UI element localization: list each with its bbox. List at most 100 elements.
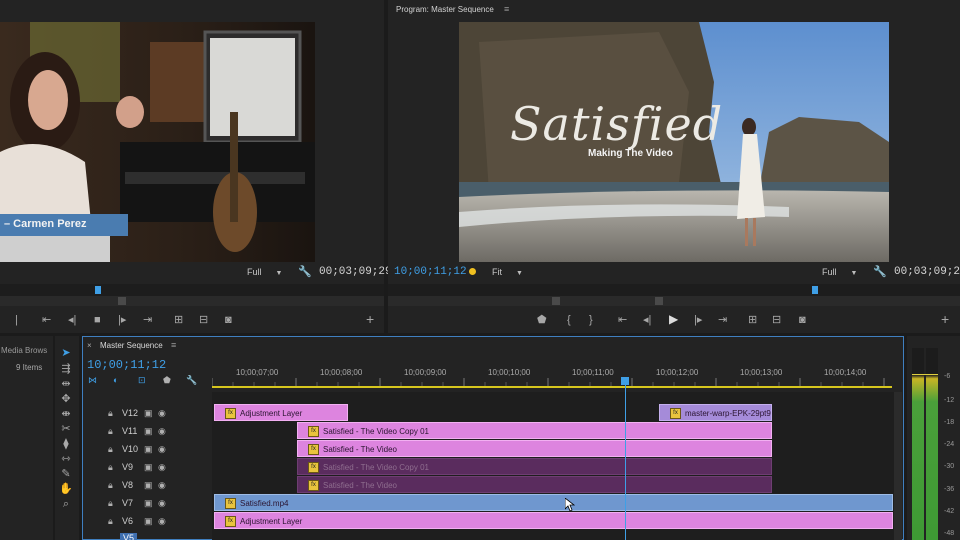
slip-tool-icon[interactable]: ⧫ <box>59 437 73 451</box>
extract-icon[interactable]: ⊟ <box>772 314 781 326</box>
timeline-tab[interactable]: Master Sequence <box>100 341 163 350</box>
add-marker-icon[interactable]: ⊡ <box>138 375 146 386</box>
lock-icon[interactable]: 🔒︎ <box>108 444 113 455</box>
camera-icon[interactable]: ◙ <box>225 314 232 326</box>
mark-out-icon[interactable]: } <box>589 314 593 326</box>
lock-icon[interactable]: 🔒︎ <box>108 516 113 527</box>
eye-icon[interactable]: ◉ <box>158 516 166 527</box>
film-icon[interactable]: ▣ <box>144 498 153 509</box>
track-label[interactable]: V7 <box>122 498 133 508</box>
source-scrub-bar[interactable] <box>0 284 384 296</box>
source-timecode: 00;03;09;29 <box>319 266 392 278</box>
program-resolution-dropdown[interactable]: Full ▼ <box>822 267 857 277</box>
ripple-edit-tool-icon[interactable]: ⇹ <box>59 377 73 391</box>
marker-icon[interactable]: ⬟ <box>163 375 171 386</box>
stop-icon[interactable]: ■ <box>94 314 101 326</box>
film-icon[interactable]: ▣ <box>144 462 153 473</box>
overwrite-icon[interactable]: ⊟ <box>199 314 208 326</box>
clip-v12-adjustment-layer[interactable]: fx Adjustment Layer <box>214 404 348 421</box>
rolling-edit-tool-icon[interactable]: ✥ <box>59 392 73 406</box>
wrench-icon[interactable]: 🔧 <box>186 375 197 386</box>
step-back-icon[interactable]: ◂| <box>68 314 76 326</box>
snap-icon[interactable]: ⋈ <box>88 375 97 386</box>
eye-icon[interactable]: ◉ <box>158 426 166 437</box>
work-area-bar[interactable] <box>212 386 892 388</box>
step-forward-icon[interactable]: |▸ <box>694 314 702 326</box>
hand-tool-icon[interactable]: ✋ <box>59 482 73 496</box>
program-zoom-dropdown[interactable]: Fit ▼ <box>492 267 523 277</box>
selection-tool-icon[interactable]: ➤ <box>59 346 73 360</box>
step-forward-icon[interactable]: |▸ <box>118 314 126 326</box>
film-icon[interactable]: ▣ <box>144 444 153 455</box>
track-label[interactable]: V11 <box>122 426 137 436</box>
clip-v9[interactable]: fx Satisfied - The Video Copy 01 <box>297 458 772 475</box>
razor-tool-icon[interactable]: ✂ <box>59 422 73 436</box>
timeline-scrollbar[interactable] <box>894 392 902 540</box>
go-to-out-icon[interactable]: ⇥ <box>718 314 727 326</box>
go-to-in-icon[interactable]: ⇤ <box>42 314 51 326</box>
program-scrub-bar[interactable] <box>388 284 960 296</box>
clip-v6-adjustment-layer[interactable]: fx Adjustment Layer <box>214 512 893 529</box>
add-button-icon[interactable]: + <box>366 312 374 326</box>
track-label[interactable]: V5 <box>120 533 138 540</box>
source-playhead[interactable] <box>95 286 101 294</box>
slide-tool-icon[interactable]: ⇿ <box>59 452 73 466</box>
track-header-v10: 🔒︎ V10 ▣ ◉ <box>82 440 212 458</box>
wrench-icon[interactable]: 🔧 <box>873 266 887 278</box>
clip-v7-satisfied-mp4[interactable]: fx Satisfied.mp4 <box>214 494 893 511</box>
lock-icon[interactable]: 🔒︎ <box>108 426 113 437</box>
camera-icon[interactable]: ◙ <box>799 314 806 326</box>
track-label[interactable]: V9 <box>122 462 133 472</box>
mark-in-icon[interactable]: { <box>567 314 571 326</box>
eye-icon[interactable]: ◉ <box>158 408 166 419</box>
wrench-icon[interactable]: 🔧 <box>298 266 312 278</box>
timeline-close-icon[interactable]: × <box>87 341 92 350</box>
track-select-tool-icon[interactable]: ⇶ <box>59 362 73 376</box>
eye-icon[interactable]: ◉ <box>158 498 166 509</box>
film-icon[interactable]: ▣ <box>144 480 153 491</box>
lock-icon[interactable]: 🔒︎ <box>108 498 113 509</box>
track-label[interactable]: V8 <box>122 480 133 490</box>
track-label[interactable]: V12 <box>122 408 138 418</box>
linked-selection-icon[interactable]: ◐ <box>113 375 118 385</box>
clip-label: Satisfied - The Video Copy 01 <box>323 427 429 436</box>
ruler-label: 10;00;08;00 <box>320 368 363 377</box>
film-icon[interactable]: ▣ <box>144 426 153 437</box>
clip-v8[interactable]: fx Satisfied - The Video <box>297 476 772 493</box>
program-current-timecode[interactable]: 10;00;11;12 <box>394 266 467 278</box>
panel-menu-icon[interactable]: ≡ <box>504 4 509 14</box>
clip-v11[interactable]: fx Satisfied - The Video Copy 01 <box>297 422 772 439</box>
eye-icon[interactable]: ◉ <box>158 462 166 473</box>
fx-badge-icon: fx <box>670 408 681 420</box>
clip-v10[interactable]: fx Satisfied - The Video <box>297 440 772 457</box>
project-panel-tab[interactable]: Media Brows <box>1 346 47 355</box>
panel-menu-icon[interactable]: ≡ <box>171 340 176 350</box>
pen-tool-icon[interactable]: ✎ <box>59 467 73 481</box>
track-label[interactable]: V6 <box>122 516 133 526</box>
zoom-tool-icon[interactable]: ⌕ <box>59 497 73 511</box>
film-icon[interactable]: ▣ <box>144 408 153 419</box>
mark-in-icon[interactable]: | <box>15 314 18 326</box>
lift-icon[interactable]: ⊞ <box>748 314 757 326</box>
rate-stretch-tool-icon[interactable]: ⇼ <box>59 407 73 421</box>
timeline-playhead-timecode[interactable]: 10;00;11;12 <box>87 358 166 372</box>
program-playhead[interactable] <box>812 286 818 294</box>
lock-icon[interactable]: 🔒︎ <box>108 462 113 473</box>
film-icon[interactable]: ▣ <box>144 516 153 527</box>
play-icon[interactable]: ▶ <box>669 313 678 325</box>
program-monitor-tab[interactable]: Program: Master Sequence <box>396 5 494 14</box>
lock-icon[interactable]: 🔒︎ <box>108 408 113 419</box>
timeline-playhead-handle[interactable] <box>621 377 629 385</box>
step-back-icon[interactable]: ◂| <box>643 314 651 326</box>
eye-icon[interactable]: ◉ <box>158 480 166 491</box>
lock-icon[interactable]: 🔒︎ <box>108 480 113 491</box>
source-zoom-dropdown[interactable]: Full ▼ <box>247 267 282 277</box>
add-button-icon[interactable]: + <box>941 312 949 326</box>
marker-icon[interactable]: ⬟ <box>537 314 547 326</box>
track-label[interactable]: V10 <box>122 444 138 454</box>
insert-icon[interactable]: ⊞ <box>174 314 183 326</box>
go-to-out-icon[interactable]: ⇥ <box>143 314 152 326</box>
go-to-in-icon[interactable]: ⇤ <box>618 314 627 326</box>
clip-v12-master-warp[interactable]: fx master-warp-EPK-29pt97 <box>659 404 772 421</box>
eye-icon[interactable]: ◉ <box>158 444 166 455</box>
